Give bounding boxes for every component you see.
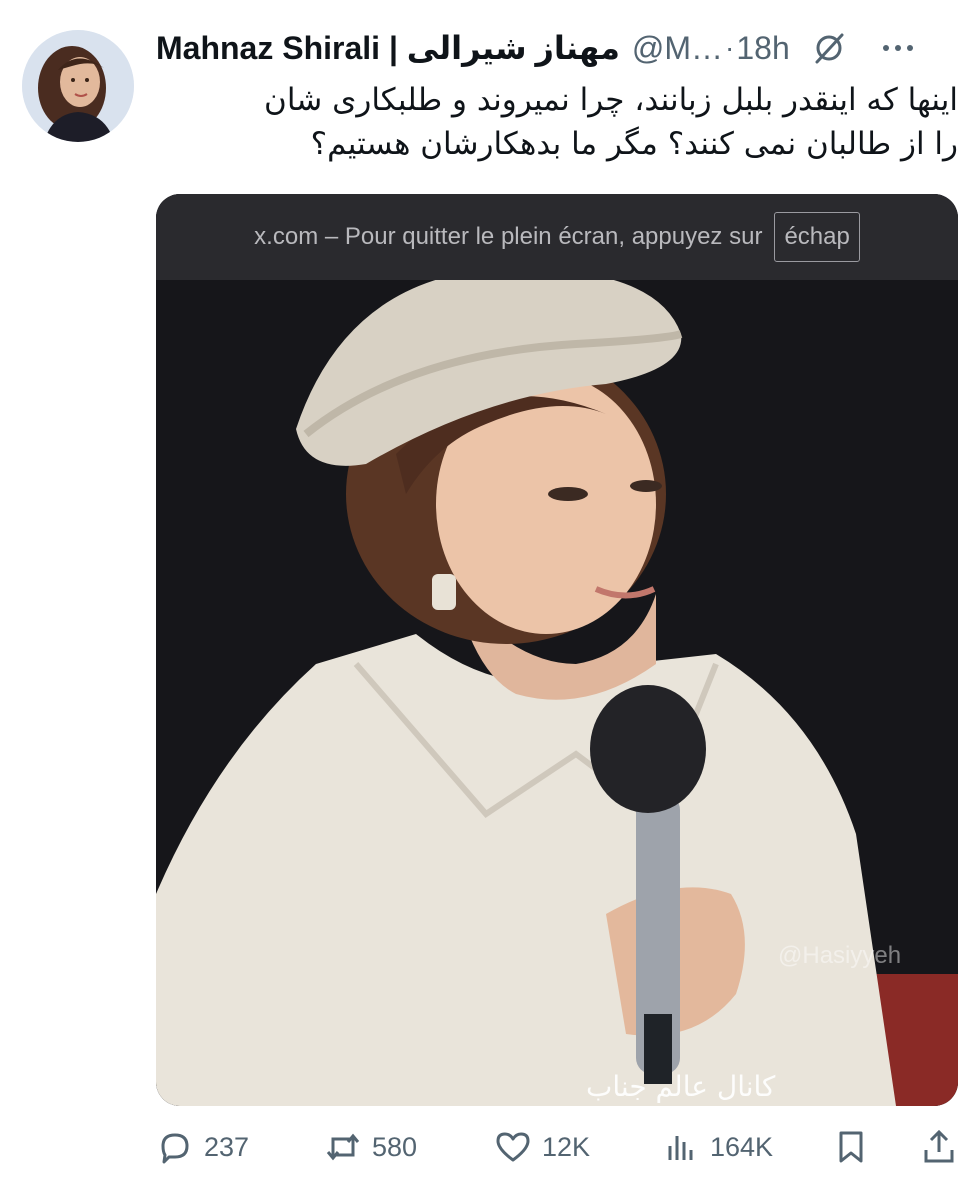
reply-button[interactable]: 237	[156, 1124, 249, 1170]
bar-chart-icon	[668, 1136, 693, 1160]
tweet-text: اینها که اینقدر بلبل زبانند، چرا نمیروند…	[156, 78, 958, 166]
grok-slash-icon[interactable]	[812, 31, 846, 65]
heart-icon	[496, 1132, 530, 1162]
tweet-text-line: را از طالبان نمی کنند؟ مگر ما بدهکارشان …	[310, 126, 958, 162]
bookmark-button[interactable]	[832, 1124, 870, 1170]
timestamp[interactable]: 18h	[736, 30, 789, 67]
repost-button[interactable]: 580	[324, 1124, 417, 1170]
fullscreen-notice: x.com – Pour quitter le plein écran, app…	[254, 223, 763, 250]
share-upload-icon	[924, 1129, 954, 1163]
share-button[interactable]	[920, 1124, 958, 1170]
views-button[interactable]: 164K	[662, 1124, 773, 1170]
video-player[interactable]: x.com – Pour quitter le plein écran, app…	[156, 194, 958, 1106]
tweet-header: Mahnaz Shirali | مهناز شیرالی @M… · 18h	[156, 28, 960, 68]
repost-arrows-icon	[326, 1133, 360, 1161]
like-count: 12K	[542, 1131, 591, 1162]
reply-count: 237	[204, 1131, 250, 1162]
video-caption: کانال عالم جناب	[586, 1070, 776, 1103]
video-watermark: @Hasiyyeh	[778, 942, 902, 969]
escape-key-hint: échap	[774, 212, 860, 262]
like-button[interactable]: 12K	[494, 1124, 590, 1170]
more-horizontal-icon[interactable]	[878, 28, 918, 68]
fullscreen-banner: x.com – Pour quitter le plein écran, app…	[156, 194, 958, 280]
user-handle[interactable]: @M…	[632, 30, 723, 67]
display-name[interactable]: Mahnaz Shirali | مهناز شیرالی	[156, 29, 620, 67]
avatar[interactable]	[22, 30, 134, 142]
separator-dot: ·	[725, 32, 735, 63]
bookmark-icon	[839, 1131, 863, 1163]
view-count: 164K	[710, 1131, 774, 1162]
speech-bubble-icon	[161, 1133, 189, 1164]
avatar-image	[22, 30, 134, 142]
tweet-text-line: اینها که اینقدر بلبل زبانند، چرا نمیروند…	[264, 82, 958, 118]
repost-count: 580	[372, 1131, 418, 1162]
action-bar: 237 580 12K 164K	[156, 1124, 962, 1170]
